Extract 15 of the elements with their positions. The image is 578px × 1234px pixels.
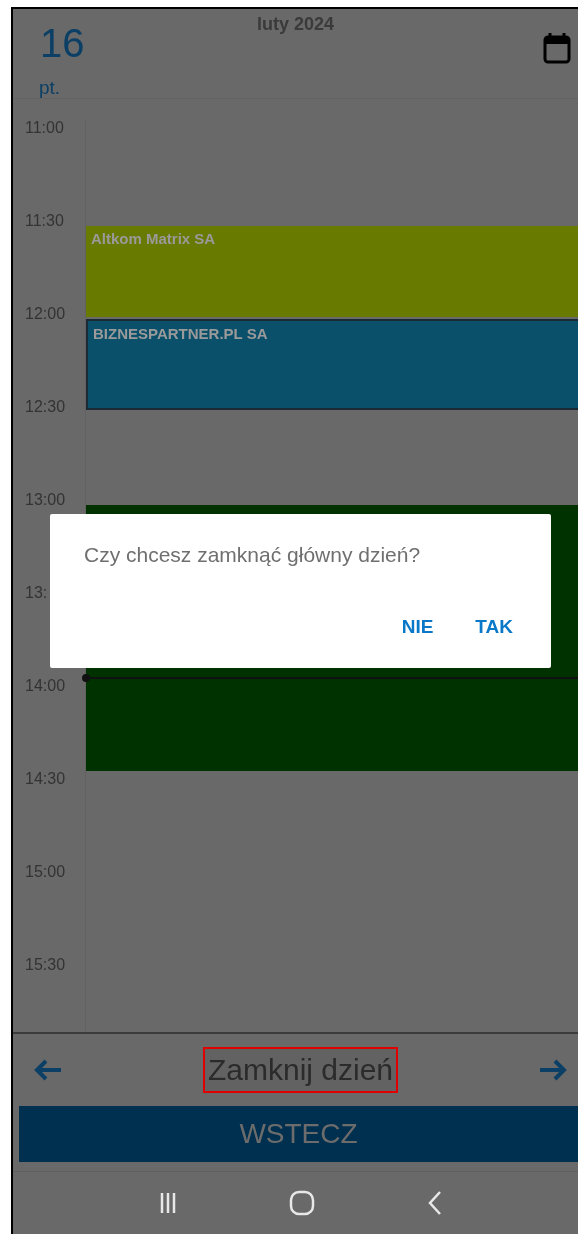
weekday-label: pt. (39, 77, 61, 99)
home-icon[interactable] (288, 1190, 315, 1216)
yes-button[interactable]: TAK (467, 610, 521, 644)
no-button[interactable]: NIE (393, 610, 442, 644)
event-block[interactable]: Altkom Matrix SA (86, 226, 578, 317)
dialog-message: Czy chcesz zamknąć główny dzień? (84, 543, 422, 567)
back-button[interactable]: WSTECZ (19, 1106, 578, 1162)
recent-apps-icon[interactable] (159, 1191, 176, 1215)
day-number: 16 (40, 21, 85, 65)
calendar-icon[interactable] (543, 32, 571, 64)
close-day-title: Zamknij dzień (202, 1047, 399, 1093)
back-icon[interactable] (427, 1190, 442, 1216)
left-arrow-icon[interactable] (33, 1058, 63, 1082)
event-block[interactable]: BIZNESPARTNER.PL SA (86, 319, 578, 410)
right-arrow-icon[interactable] (538, 1058, 568, 1082)
